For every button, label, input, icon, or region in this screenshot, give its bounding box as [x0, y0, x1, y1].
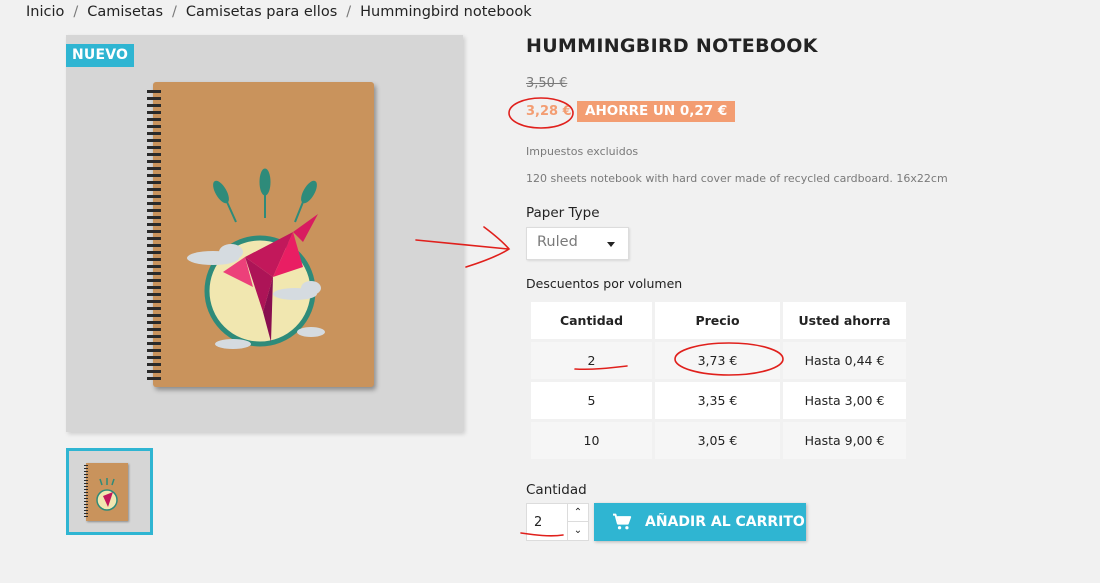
- table-row: 5 3,35 € Hasta 3,00 €: [531, 382, 906, 419]
- product-description: 120 sheets notebook with hard cover made…: [526, 172, 948, 185]
- cell-quantity: 5: [531, 382, 652, 419]
- notebook-illustration: [147, 82, 374, 387]
- breadcrumb-subcategory[interactable]: Camisetas para ellos: [186, 4, 337, 20]
- breadcrumb-separator: /: [346, 4, 352, 20]
- tax-note: Impuestos excluidos: [526, 145, 639, 158]
- caret-down-icon: [607, 242, 615, 247]
- product-thumbnail[interactable]: [66, 448, 153, 535]
- breadcrumb-current: Hummingbird notebook: [360, 4, 532, 20]
- chevron-up-icon[interactable]: ⌃: [567, 504, 588, 522]
- thumbnail-notebook: [84, 463, 128, 521]
- column-header-quantity: Cantidad: [531, 302, 652, 339]
- product-main-image[interactable]: NUEVO: [66, 35, 463, 432]
- paper-type-value: Ruled: [537, 234, 578, 250]
- cell-price: 3,35 €: [655, 382, 780, 419]
- paper-type-select[interactable]: Ruled: [526, 227, 629, 260]
- quantity-label: Cantidad: [526, 482, 587, 498]
- column-header-savings: Usted ahorra: [783, 302, 906, 339]
- quantity-stepper[interactable]: 2 ⌃ ⌄: [526, 503, 589, 541]
- current-price: 3,28 €: [526, 104, 572, 119]
- cell-quantity: 10: [531, 422, 652, 459]
- paper-type-label: Paper Type: [526, 205, 600, 221]
- breadcrumb: Inicio / Camisetas / Camisetas para ello…: [26, 4, 532, 20]
- cell-savings: Hasta 0,44 €: [783, 342, 906, 379]
- add-to-cart-button[interactable]: AÑADIR AL CARRITO: [594, 503, 806, 541]
- thumbnail-artwork: [96, 478, 118, 511]
- cell-price: 3,05 €: [655, 422, 780, 459]
- product-title: HUMMINGBIRD NOTEBOOK: [526, 35, 818, 57]
- cell-quantity: 2: [531, 342, 652, 379]
- cell-price: 3,73 €: [655, 342, 780, 379]
- chevron-down-icon[interactable]: ⌄: [567, 522, 588, 540]
- add-to-cart-label: AÑADIR AL CARRITO: [645, 514, 805, 530]
- cell-savings: Hasta 3,00 €: [783, 382, 906, 419]
- thumbnail-spiral: [84, 465, 88, 519]
- quantity-input[interactable]: 2: [534, 515, 542, 530]
- breadcrumb-category[interactable]: Camisetas: [87, 4, 163, 20]
- volume-discounts-label: Descuentos por volumen: [526, 276, 683, 291]
- breadcrumb-separator: /: [172, 4, 177, 20]
- cart-icon: [613, 513, 632, 530]
- discount-badge: AHORRE UN 0,27 €: [577, 101, 736, 122]
- breadcrumb-home[interactable]: Inicio: [26, 4, 64, 20]
- table-row: 10 3,05 € Hasta 9,00 €: [531, 422, 906, 459]
- breadcrumb-separator: /: [73, 4, 79, 20]
- table-row: 2 3,73 € Hasta 0,44 €: [531, 342, 906, 379]
- hummingbird-artwork: [187, 168, 325, 349]
- regular-price: 3,50 €: [526, 76, 568, 91]
- new-badge: NUEVO: [66, 44, 135, 67]
- cell-savings: Hasta 9,00 €: [783, 422, 906, 459]
- column-header-price: Precio: [655, 302, 780, 339]
- volume-discounts-table: Cantidad Precio Usted ahorra 2 3,73 € Ha…: [528, 299, 909, 462]
- annotation-arrowhead: [465, 226, 511, 268]
- table-header-row: Cantidad Precio Usted ahorra: [531, 302, 906, 339]
